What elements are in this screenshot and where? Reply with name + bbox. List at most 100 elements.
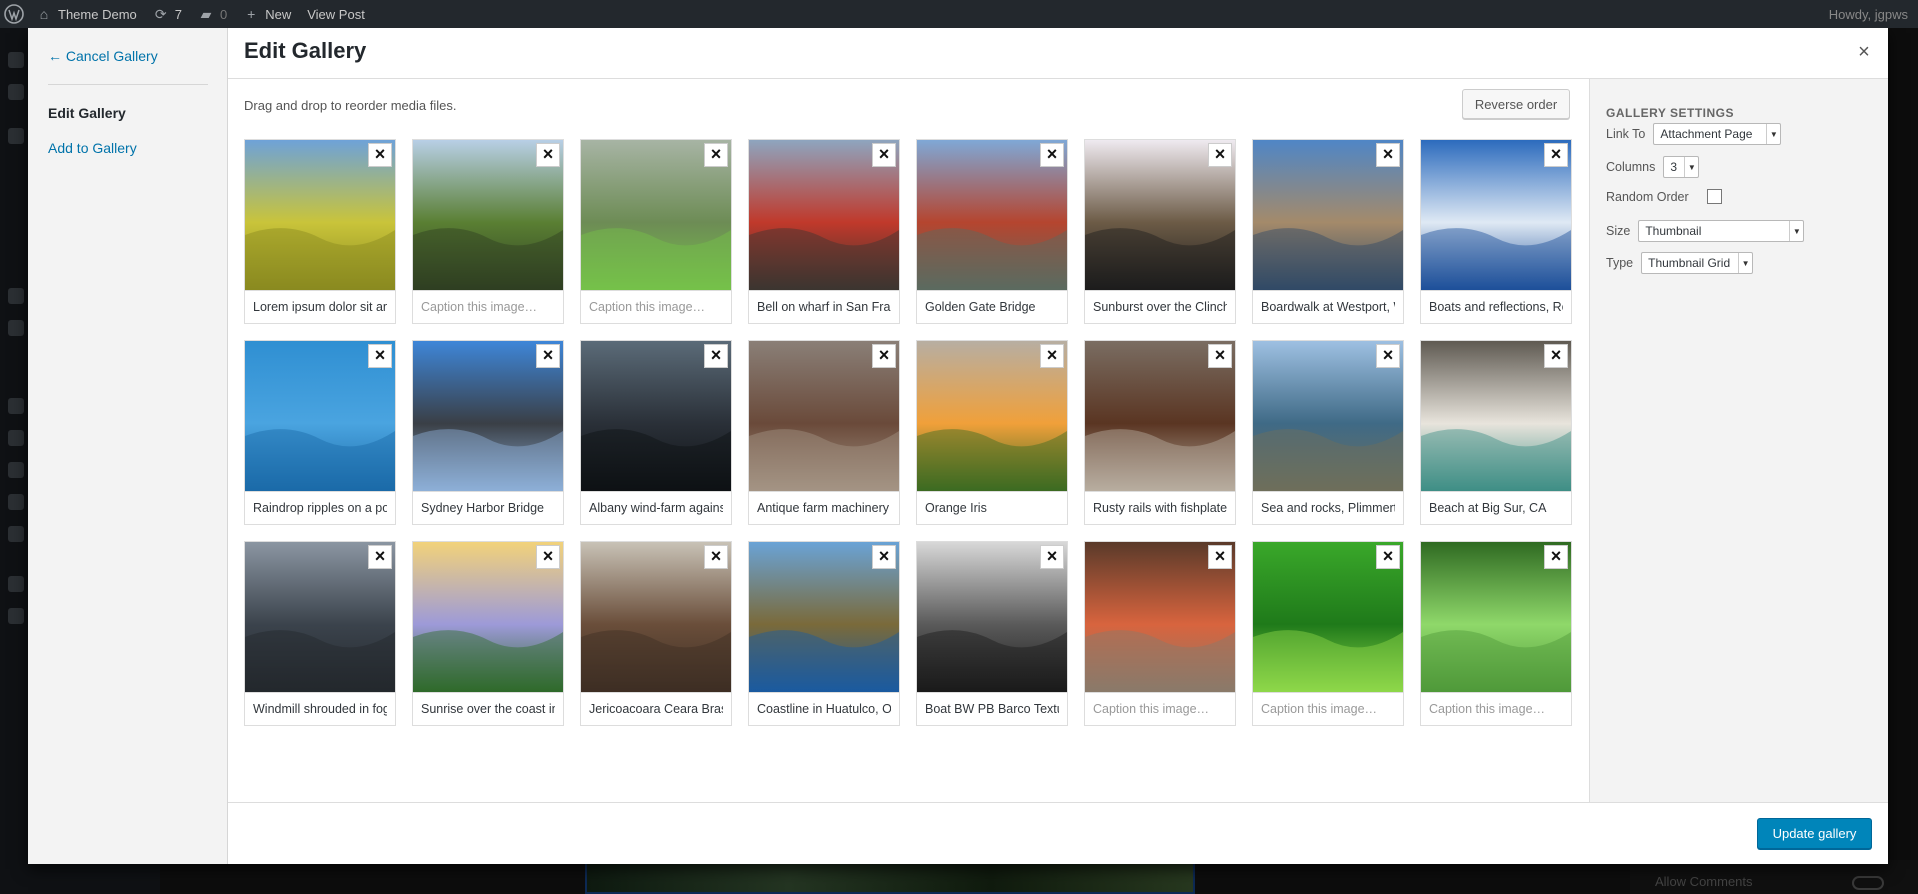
gallery-item[interactable]: ×: [748, 541, 900, 726]
remove-icon[interactable]: ×: [704, 344, 728, 368]
caption-input[interactable]: [1252, 291, 1404, 324]
update-gallery-button[interactable]: Update gallery: [1757, 818, 1872, 849]
remove-icon[interactable]: ×: [1376, 143, 1400, 167]
gallery-item[interactable]: ×: [916, 541, 1068, 726]
gallery-item[interactable]: ×: [1420, 541, 1572, 726]
gallery-item[interactable]: ×: [748, 139, 900, 324]
caption-input[interactable]: [580, 291, 732, 324]
gallery-item[interactable]: ×: [1084, 340, 1236, 525]
remove-icon[interactable]: ×: [872, 344, 896, 368]
gallery-item[interactable]: ×: [244, 139, 396, 324]
caption-input[interactable]: [916, 291, 1068, 324]
gallery-item[interactable]: ×: [1252, 139, 1404, 324]
type-select[interactable]: Thumbnail Grid ▼: [1641, 252, 1754, 274]
remove-icon[interactable]: ×: [1376, 545, 1400, 569]
menu-item-add-to-gallery[interactable]: Add to Gallery: [48, 140, 137, 156]
caption-input[interactable]: [1084, 492, 1236, 525]
columns-select[interactable]: 3 ▼: [1663, 156, 1700, 178]
gallery-item[interactable]: ×: [580, 541, 732, 726]
caption-input[interactable]: [916, 693, 1068, 726]
chevron-down-icon: ▼: [1789, 221, 1803, 241]
random-order-checkbox[interactable]: [1706, 189, 1722, 204]
remove-icon[interactable]: ×: [704, 545, 728, 569]
gallery-item[interactable]: ×: [412, 541, 564, 726]
gallery-item[interactable]: ×: [916, 139, 1068, 324]
gallery-item[interactable]: ×: [1420, 340, 1572, 525]
type-value: Thumbnail Grid: [1648, 256, 1731, 270]
caption-input[interactable]: [1084, 291, 1236, 324]
caption-input[interactable]: [1084, 693, 1236, 726]
new-content-link[interactable]: + New: [235, 0, 299, 28]
caption-input[interactable]: [1420, 693, 1572, 726]
caption-input[interactable]: [412, 291, 564, 324]
caption-input[interactable]: [412, 693, 564, 726]
remove-icon[interactable]: ×: [368, 545, 392, 569]
gallery-item[interactable]: ×: [1084, 541, 1236, 726]
remove-icon[interactable]: ×: [536, 545, 560, 569]
site-name-link[interactable]: ⌂ Theme Demo: [28, 0, 145, 28]
cancel-gallery-link[interactable]: ← Cancel Gallery: [48, 48, 158, 64]
caption-input[interactable]: [748, 492, 900, 525]
wordpress-logo-icon[interactable]: [0, 0, 28, 28]
caption-input[interactable]: [748, 291, 900, 324]
remove-icon[interactable]: ×: [1544, 143, 1568, 167]
caption-input[interactable]: [748, 693, 900, 726]
caption-input[interactable]: [244, 291, 396, 324]
comments-menu-icon: [8, 320, 24, 336]
caption-input[interactable]: [1252, 492, 1404, 525]
view-post-link[interactable]: View Post: [299, 0, 373, 28]
size-select[interactable]: Thumbnail ▼: [1638, 220, 1805, 242]
gallery-item[interactable]: ×: [916, 340, 1068, 525]
link-to-select[interactable]: Attachment Page ▼: [1653, 123, 1782, 145]
caption-input[interactable]: [916, 492, 1068, 525]
menu-item-edit-gallery[interactable]: Edit Gallery: [48, 105, 126, 121]
remove-icon[interactable]: ×: [1040, 344, 1064, 368]
remove-icon[interactable]: ×: [1544, 545, 1568, 569]
remove-icon[interactable]: ×: [1208, 143, 1232, 167]
remove-icon[interactable]: ×: [1376, 344, 1400, 368]
remove-icon[interactable]: ×: [368, 143, 392, 167]
gallery-item[interactable]: ×: [412, 340, 564, 525]
caption-input[interactable]: [1420, 492, 1572, 525]
settings-icon: [8, 526, 24, 542]
caption-input[interactable]: [1252, 693, 1404, 726]
close-icon[interactable]: ×: [1854, 42, 1874, 62]
remove-icon[interactable]: ×: [1040, 143, 1064, 167]
reorder-hint: Drag and drop to reorder media files.: [244, 98, 457, 113]
media-modal: ← Cancel Gallery Edit Gallery Add to Gal…: [28, 28, 1888, 864]
remove-icon[interactable]: ×: [1040, 545, 1064, 569]
remove-icon[interactable]: ×: [536, 143, 560, 167]
caption-input[interactable]: [580, 492, 732, 525]
caption-input[interactable]: [244, 492, 396, 525]
remove-icon[interactable]: ×: [872, 545, 896, 569]
gallery-item[interactable]: ×: [748, 340, 900, 525]
gallery-item[interactable]: ×: [1252, 541, 1404, 726]
plus-icon: +: [247, 6, 256, 22]
gallery-item[interactable]: ×: [580, 340, 732, 525]
caption-input[interactable]: [244, 693, 396, 726]
caption-input[interactable]: [412, 492, 564, 525]
remove-icon[interactable]: ×: [536, 344, 560, 368]
remove-icon[interactable]: ×: [704, 143, 728, 167]
gallery-item[interactable]: ×: [1252, 340, 1404, 525]
caption-input[interactable]: [1420, 291, 1572, 324]
updates-link[interactable]: ⟳ 7: [145, 0, 190, 28]
gallery-item[interactable]: ×: [244, 541, 396, 726]
gallery-item[interactable]: ×: [244, 340, 396, 525]
comments-link[interactable]: ▰ 0: [190, 0, 235, 28]
remove-icon[interactable]: ×: [368, 344, 392, 368]
remove-icon[interactable]: ×: [1208, 344, 1232, 368]
posts-icon: [8, 84, 24, 100]
account-menu[interactable]: Howdy, jgpws: [1821, 0, 1918, 28]
gallery-item[interactable]: ×: [1084, 139, 1236, 324]
remove-icon[interactable]: ×: [872, 143, 896, 167]
gallery-item[interactable]: ×: [580, 139, 732, 324]
remove-icon[interactable]: ×: [1544, 344, 1568, 368]
reverse-order-button[interactable]: Reverse order: [1462, 89, 1570, 119]
site-name: Theme Demo: [58, 6, 137, 22]
link-to-setting: Link To Attachment Page ▼: [1606, 123, 1782, 145]
remove-icon[interactable]: ×: [1208, 545, 1232, 569]
gallery-item[interactable]: ×: [412, 139, 564, 324]
gallery-item[interactable]: ×: [1420, 139, 1572, 324]
caption-input[interactable]: [580, 693, 732, 726]
